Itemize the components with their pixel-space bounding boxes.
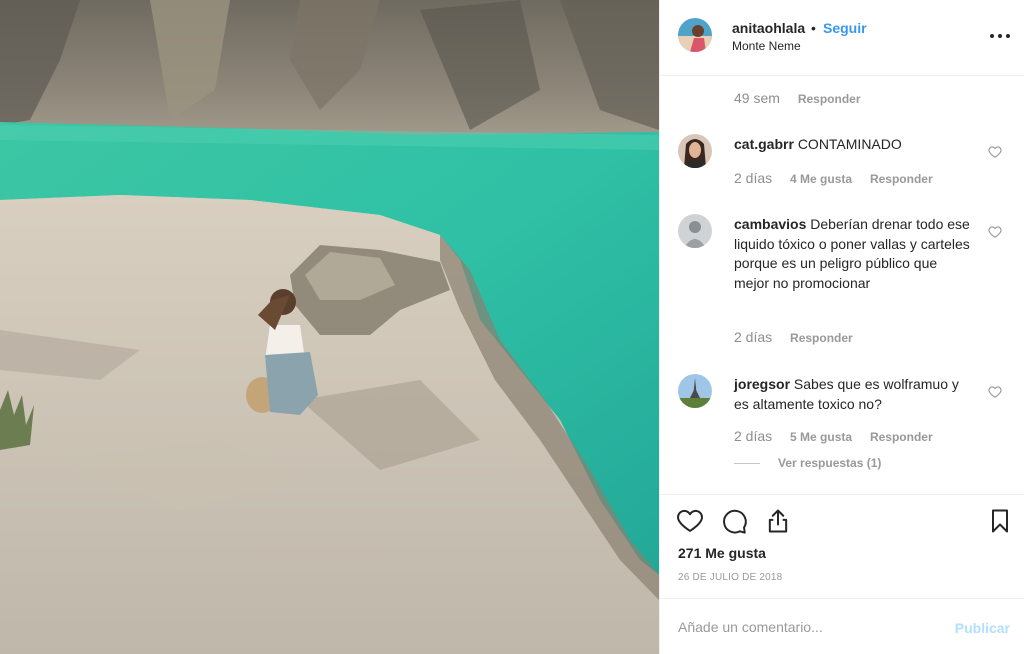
comment-like-heart-icon[interactable] bbox=[988, 385, 1002, 399]
comment-meta: 2 días 5 Me gusta Responder bbox=[734, 428, 933, 444]
comment-username[interactable]: joregsor bbox=[734, 376, 790, 392]
comment-meta: 2 días 4 Me gusta Responder bbox=[734, 170, 933, 186]
commenter-avatar[interactable] bbox=[678, 214, 712, 248]
commenter-avatar[interactable] bbox=[678, 134, 712, 168]
reply-button[interactable]: Responder bbox=[798, 92, 861, 106]
comment-text: joregsor Sabes que es wolframuo y es alt… bbox=[734, 375, 970, 414]
reply-button[interactable]: Responder bbox=[870, 172, 933, 186]
share-icon[interactable] bbox=[764, 507, 792, 535]
comment-body: CONTAMINADO bbox=[797, 136, 902, 152]
lake-landscape-image bbox=[0, 0, 659, 654]
commenter-avatar[interactable] bbox=[678, 374, 712, 408]
bookmark-icon[interactable] bbox=[986, 507, 1014, 535]
comment-text: cambavios Deberían drenar todo ese liqui… bbox=[734, 215, 970, 293]
comment-input[interactable] bbox=[676, 615, 940, 639]
more-options-icon[interactable] bbox=[990, 28, 1010, 42]
comment-meta: 2 días Responder bbox=[734, 329, 853, 345]
post-side-panel: anitaohlala • Seguir Monte Neme 49 sem R… bbox=[659, 0, 1024, 654]
caption-meta: 49 sem Responder bbox=[734, 90, 861, 106]
comment-username[interactable]: cambavios bbox=[734, 216, 806, 232]
add-comment-bar: Publicar bbox=[660, 598, 1024, 654]
post-actions: 271 Me gusta 26 DE JULIO DE 2018 bbox=[660, 494, 1024, 598]
post-photo[interactable] bbox=[0, 0, 659, 654]
caption-time: 49 sem bbox=[734, 90, 780, 106]
comment-likes[interactable]: 4 Me gusta bbox=[790, 172, 852, 186]
author-username[interactable]: anitaohlala bbox=[732, 20, 805, 36]
comment-likes[interactable]: 5 Me gusta bbox=[790, 430, 852, 444]
post-location[interactable]: Monte Neme bbox=[732, 39, 801, 53]
post-date[interactable]: 26 DE JULIO DE 2018 bbox=[678, 572, 782, 583]
follow-button[interactable]: Seguir bbox=[823, 20, 867, 36]
post-likes-count[interactable]: 271 Me gusta bbox=[678, 545, 766, 561]
comment-like-heart-icon[interactable] bbox=[988, 225, 1002, 239]
author-avatar[interactable] bbox=[678, 18, 712, 52]
comment-like-heart-icon[interactable] bbox=[988, 145, 1002, 159]
comment-time: 2 días bbox=[734, 428, 773, 444]
comment-text: cat.gabrr CONTAMINADO bbox=[734, 135, 974, 155]
comment-time: 2 días bbox=[734, 170, 773, 186]
heart-icon[interactable] bbox=[676, 507, 704, 535]
replies-divider bbox=[734, 463, 760, 464]
reply-button[interactable]: Responder bbox=[870, 430, 933, 444]
comments-list[interactable]: 49 sem Responder cat.gabrr CONTAMINADO 2… bbox=[660, 76, 1024, 494]
comment-time: 2 días bbox=[734, 329, 773, 345]
post-header: anitaohlala • Seguir Monte Neme bbox=[660, 0, 1024, 76]
reply-button[interactable]: Responder bbox=[790, 331, 853, 345]
view-replies-button[interactable]: Ver respuestas (1) bbox=[778, 456, 881, 470]
separator-dot: • bbox=[811, 20, 816, 36]
comment-username[interactable]: cat.gabrr bbox=[734, 136, 794, 152]
publish-button[interactable]: Publicar bbox=[955, 620, 1010, 636]
comment-icon[interactable] bbox=[720, 507, 748, 535]
